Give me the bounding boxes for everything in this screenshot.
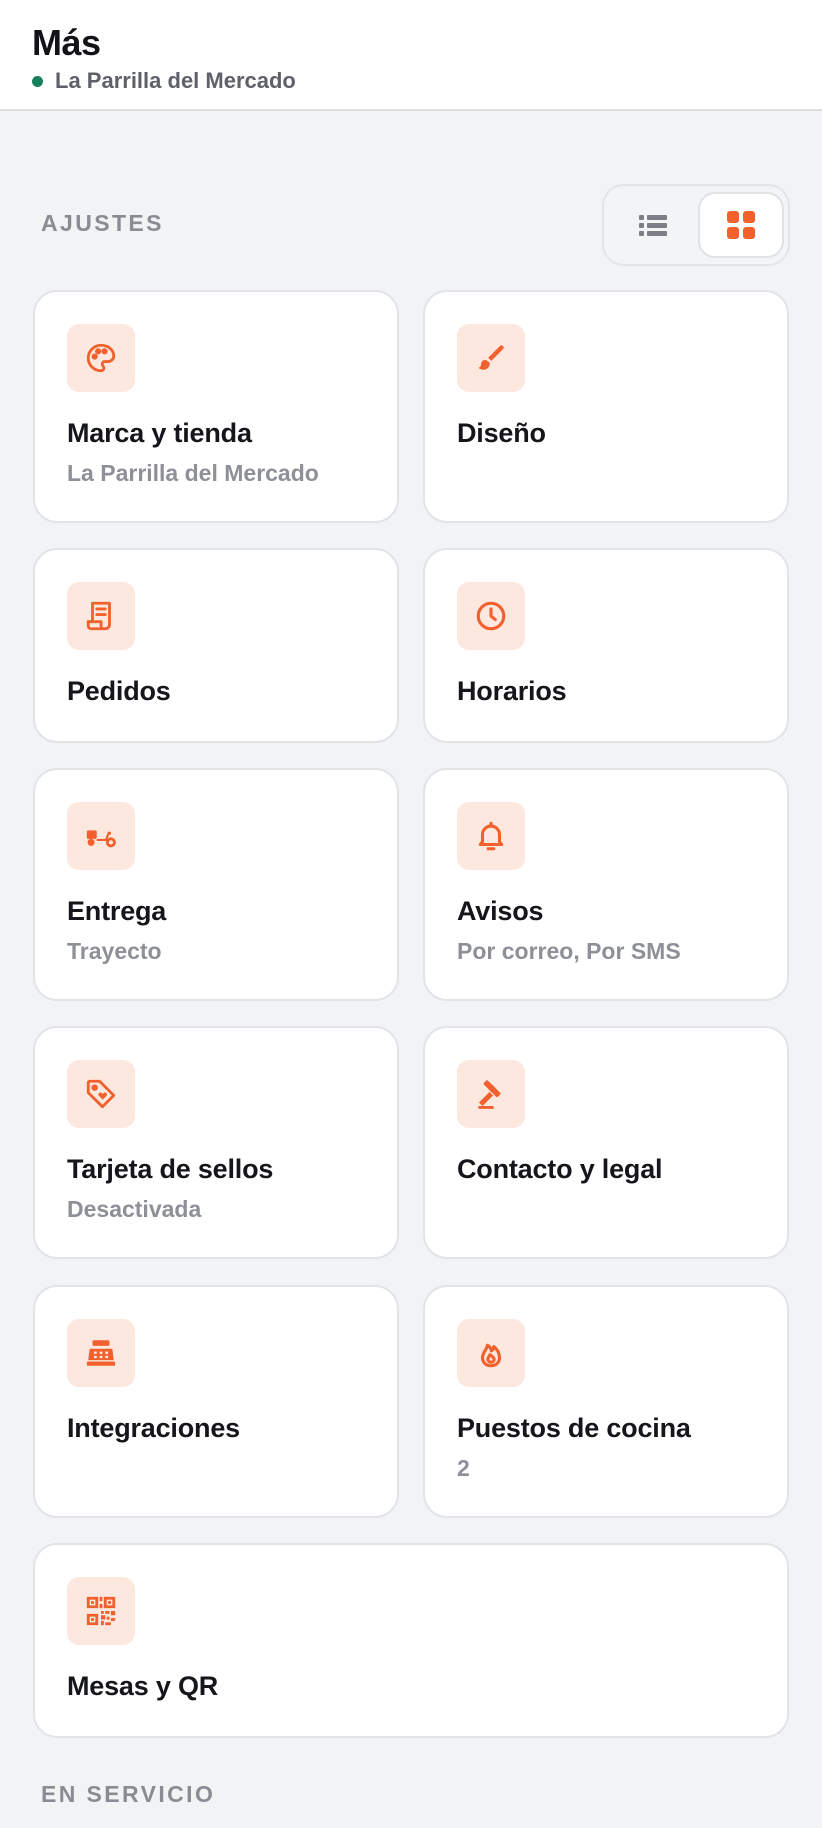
tag-heart-icon <box>86 1079 116 1109</box>
grid-icon <box>727 211 755 239</box>
gavel-icon <box>478 1080 501 1109</box>
card-brand-store[interactable]: Marca y tienda La Parrilla del Mercado <box>33 290 399 523</box>
card-orders[interactable]: Pedidos <box>33 548 399 743</box>
card-icon-box <box>67 1060 135 1128</box>
card-title: Avisos <box>457 896 544 926</box>
card-stamp-card[interactable]: Tarjeta de sellos Desactivada <box>33 1026 399 1259</box>
bell-icon <box>478 821 504 851</box>
card-contact-legal[interactable]: Contacto y legal <box>423 1026 789 1259</box>
card-notifications[interactable]: Avisos Por correo, Por SMS <box>423 768 789 1001</box>
card-title: Puestos de cocina <box>457 1413 691 1443</box>
flame-icon <box>480 1343 502 1368</box>
card-icon-box <box>67 582 135 650</box>
card-title: Tarjeta de sellos <box>67 1154 274 1184</box>
app-header: Más La Parrilla del Mercado <box>0 0 822 111</box>
card-icon-box <box>457 1319 525 1387</box>
card-subtitle: La Parrilla del Mercado <box>67 460 319 486</box>
view-toggle <box>602 184 790 266</box>
list-view-button[interactable] <box>610 192 696 258</box>
card-icon-box <box>457 324 525 392</box>
card-icon-box <box>67 802 135 870</box>
card-title: Marca y tienda <box>67 418 252 448</box>
grid-view-button[interactable] <box>698 192 784 258</box>
card-title: Integraciones <box>67 1413 240 1443</box>
card-schedule[interactable]: Horarios <box>423 548 789 743</box>
card-title: Horarios <box>457 676 567 706</box>
section-label-settings: AJUSTES <box>41 210 164 236</box>
status-dot <box>32 75 43 87</box>
card-icon-box <box>67 324 135 392</box>
card-icon-box <box>67 1577 135 1645</box>
cash-register-icon <box>86 1340 116 1366</box>
receipt-icon <box>86 601 111 631</box>
card-delivery[interactable]: Entrega Trayecto <box>33 768 399 1001</box>
brush-icon <box>478 345 504 370</box>
clock-icon <box>476 601 506 631</box>
card-title: Diseño <box>457 418 546 448</box>
section-label-in-service: EN SERVICIO <box>41 1781 216 1807</box>
card-icon-box <box>457 802 525 870</box>
card-subtitle: 2 <box>457 1455 470 1481</box>
store-name: La Parrilla del Mercado <box>55 68 296 93</box>
card-integrations[interactable]: Integraciones <box>33 1285 399 1518</box>
card-title: Entrega <box>67 896 167 926</box>
card-title: Mesas y QR <box>67 1671 219 1701</box>
page-title: Más <box>32 22 101 63</box>
card-icon-box <box>457 1060 525 1128</box>
card-subtitle: Trayecto <box>67 938 162 964</box>
card-subtitle: Por correo, Por SMS <box>457 938 681 964</box>
palette-icon <box>86 343 116 373</box>
card-title: Contacto y legal <box>457 1154 663 1184</box>
card-icon-box <box>457 582 525 650</box>
card-kitchen-stations[interactable]: Puestos de cocina 2 <box>423 1285 789 1518</box>
scooter-icon <box>86 830 116 848</box>
card-subtitle: Desactivada <box>67 1196 202 1222</box>
card-tables-qr[interactable]: Mesas y QR <box>33 1543 789 1738</box>
card-title: Pedidos <box>67 676 171 706</box>
card-icon-box <box>67 1319 135 1387</box>
card-design[interactable]: Diseño <box>423 290 789 523</box>
store-indicator: La Parrilla del Mercado <box>32 68 296 94</box>
list-icon <box>639 215 667 236</box>
qr-code-icon <box>86 1596 116 1626</box>
